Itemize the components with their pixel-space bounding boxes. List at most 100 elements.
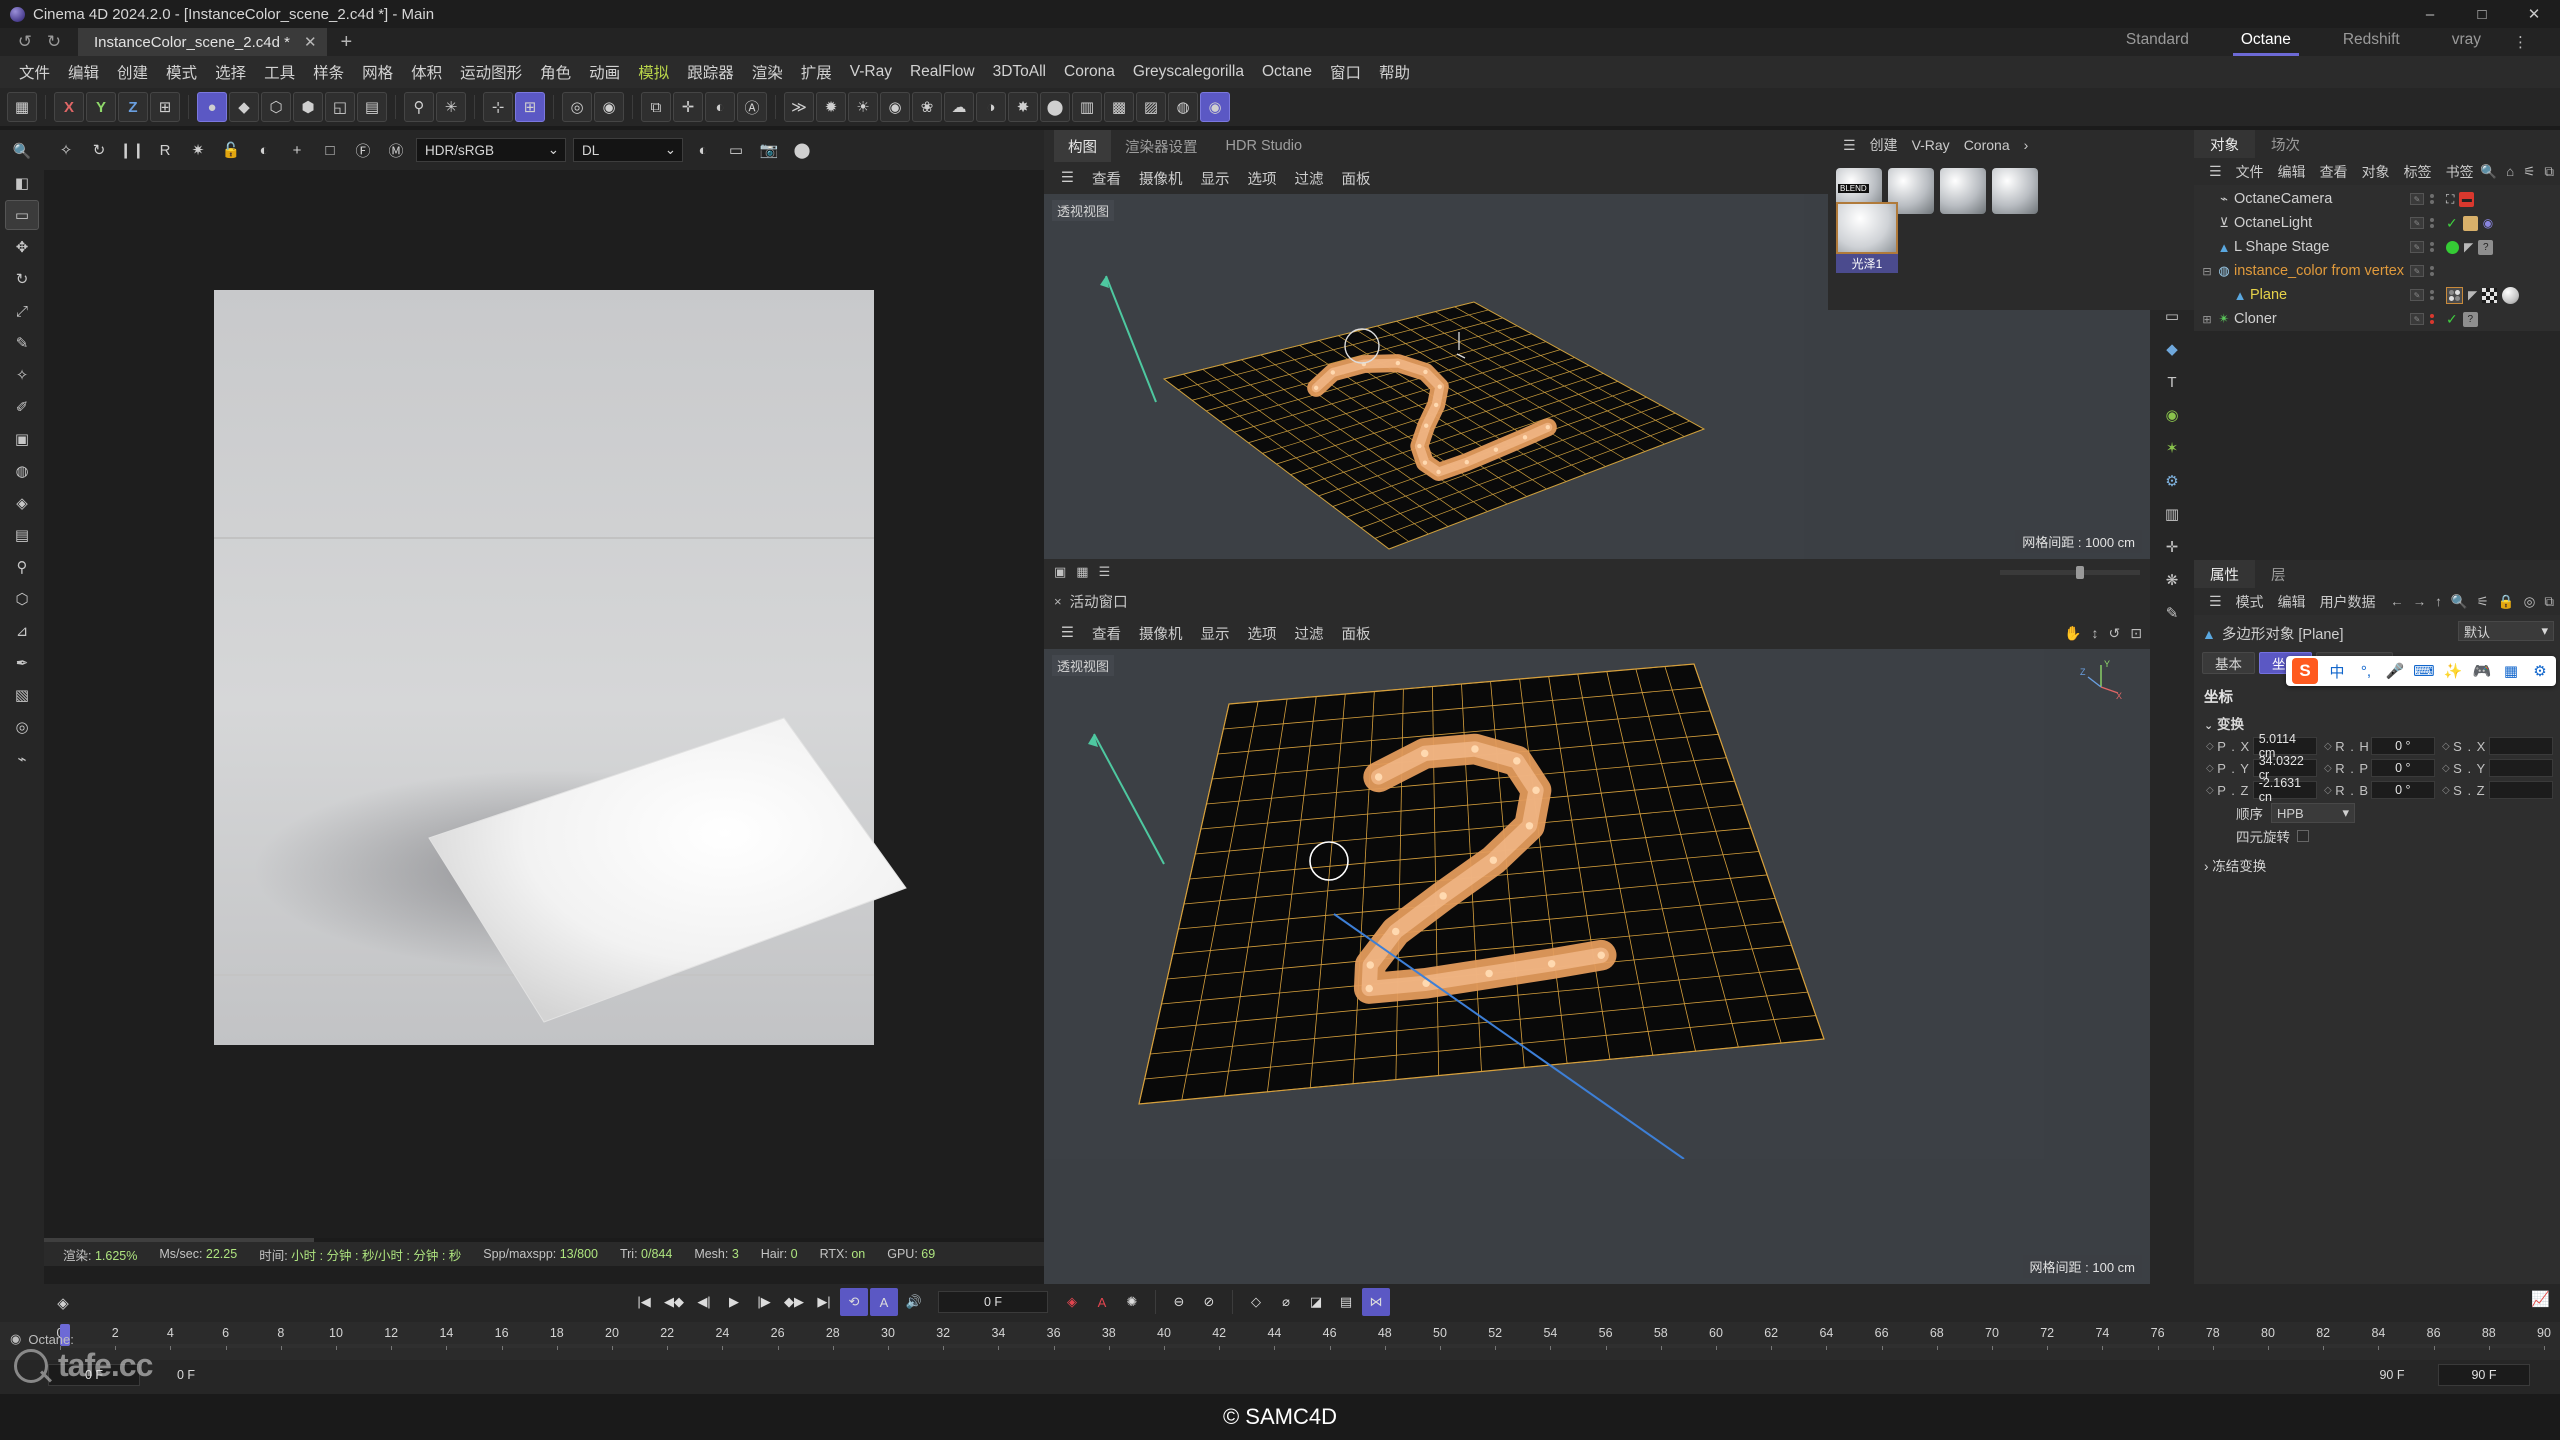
extrude-tool[interactable]: ▤ xyxy=(5,520,39,550)
attribute-menu-模式[interactable]: 模式 xyxy=(2229,592,2271,612)
rotation-field-0[interactable]: 0 ° xyxy=(2370,737,2435,755)
visibility-dots[interactable] xyxy=(2430,314,2434,324)
sphere-primitive-icon[interactable]: ⬡ xyxy=(261,92,291,122)
subdivide-tool[interactable]: ⬡ xyxy=(5,584,39,614)
viewport-tab-HDR Studio[interactable]: HDR Studio xyxy=(1212,130,1317,162)
material-menu-Corona[interactable]: Corona xyxy=(1957,137,2017,153)
viewport-menu-摄像机[interactable]: 摄像机 xyxy=(1130,168,1192,189)
edit-toggle-icon[interactable]: ✎ xyxy=(2410,193,2424,205)
magnet-tool[interactable]: ◎ xyxy=(5,712,39,742)
viewport2-nav-icon-3[interactable]: ⊡ xyxy=(2130,625,2142,642)
octane-about-icon[interactable]: ◉ xyxy=(1200,92,1230,122)
tag-glyph-1[interactable]: ◉ xyxy=(2483,216,2493,230)
selection-tag-icon[interactable] xyxy=(2446,286,2463,304)
rotation-keyframe-icon[interactable]: ◇ xyxy=(2324,741,2335,752)
cube-primitive-icon[interactable]: ● xyxy=(197,92,227,122)
ime-icon-3[interactable]: ⌨ xyxy=(2413,662,2435,680)
polygon-pen-tool[interactable]: ▣ xyxy=(5,424,39,454)
snap-settings-tool[interactable]: ⌁ xyxy=(5,744,39,774)
previous-frame-button[interactable]: ◀| xyxy=(690,1288,718,1316)
text-tool-icon[interactable]: Ⓐ xyxy=(737,92,767,122)
rotation-order-dropdown[interactable]: HPB ▾ xyxy=(2271,803,2355,823)
edit-toggle-icon[interactable]: ✎ xyxy=(2410,265,2424,277)
menu-item-16[interactable]: V-Ray xyxy=(841,63,901,81)
spline-pen-icon[interactable]: ◱ xyxy=(325,92,355,122)
menu-item-0[interactable]: 文件 xyxy=(10,61,59,83)
cylinder-primitive-icon[interactable]: ⬢ xyxy=(293,92,323,122)
auto-key-toggle[interactable]: ⋈ xyxy=(1362,1288,1390,1316)
material-menu-V-Ray[interactable]: V-Ray xyxy=(1905,137,1957,153)
brush-tool[interactable]: ◈ xyxy=(5,488,39,518)
octane-render-icon[interactable]: ≫ xyxy=(784,92,814,122)
viewport-menu-面板[interactable]: 面板 xyxy=(1333,168,1380,189)
chevron-down-icon[interactable]: ⌄ xyxy=(2204,720,2213,732)
table-row[interactable]: ⊞ ✴ Cloner ✎ ✓? xyxy=(2194,307,2560,331)
ime-icon-2[interactable]: 🎤 xyxy=(2385,662,2405,680)
position-key-button[interactable]: ⊖ xyxy=(1165,1288,1193,1316)
audio-button[interactable]: 🔊 xyxy=(900,1288,928,1316)
scale-field-1[interactable] xyxy=(2488,759,2553,777)
quaternion-row[interactable]: 四元旋转 xyxy=(2194,825,2560,847)
table-row[interactable]: ⌁ OctaneCamera ✎ ⛶ ▬ xyxy=(2194,187,2560,211)
menu-item-13[interactable]: 跟踪器 xyxy=(678,61,743,83)
object-menu-文件[interactable]: 文件 xyxy=(2229,162,2271,182)
compare-icon[interactable]: ⬤ xyxy=(787,135,817,165)
tag-glyph-1[interactable]: ◤ xyxy=(2464,240,2473,254)
twisty-icon[interactable]: ⊟ xyxy=(2200,265,2214,278)
tag-icon-2[interactable]: ? xyxy=(2478,239,2494,255)
renderer-tab-redshift[interactable]: Redshift xyxy=(2317,31,2426,56)
octane-live-db-icon[interactable]: ◍ xyxy=(1168,92,1198,122)
light-primitive-icon[interactable]: ◉ xyxy=(2155,400,2189,430)
menu-item-23[interactable]: 帮助 xyxy=(1370,61,1419,83)
menu-item-2[interactable]: 创建 xyxy=(108,61,157,83)
layout-icon[interactable]: ▦ xyxy=(7,92,37,122)
octane-object-tag-icon[interactable]: ⬤ xyxy=(1040,92,1070,122)
axis-x-lock[interactable]: X xyxy=(54,92,84,122)
attribute-tab-层[interactable]: 层 xyxy=(2255,560,2302,588)
attribute-manager-icon-2[interactable]: ↑ xyxy=(2435,594,2442,610)
menu-item-7[interactable]: 网格 xyxy=(353,61,402,83)
viewport-foot-icon-0[interactable]: ☰ xyxy=(1099,564,1111,580)
hamburger-icon[interactable]: ☰ xyxy=(2202,163,2229,180)
position-keyframe-icon[interactable]: ◇ xyxy=(2206,763,2217,774)
pen-tool[interactable]: ✐ xyxy=(5,392,39,422)
quaternion-checkbox[interactable] xyxy=(2297,830,2309,842)
new-document-button[interactable]: + xyxy=(327,32,367,52)
rotation-keyframe-icon[interactable]: ◇ xyxy=(2324,763,2335,774)
position-field-2[interactable]: -2.1631 cn xyxy=(2252,776,2317,804)
viewport2-nav-icon-1[interactable]: ↕ xyxy=(2092,625,2099,642)
camera-primitive-icon[interactable]: ✶ xyxy=(2155,433,2189,463)
octane-light-icon[interactable]: ✸ xyxy=(1008,92,1038,122)
crop-icon[interactable]: ▭ xyxy=(721,135,751,165)
material-picker-icon[interactable]: Ⓜ xyxy=(381,135,411,165)
magnifier-tool[interactable]: 🔍 xyxy=(5,136,39,166)
object-manager-icon-1[interactable]: ⌂ xyxy=(2506,164,2514,180)
menu-item-11[interactable]: 动画 xyxy=(580,61,629,83)
viewport2-menu-过滤[interactable]: 过滤 xyxy=(1286,623,1333,644)
octane-env-icon[interactable]: ☁ xyxy=(944,92,974,122)
material-swatch-glossy-b[interactable] xyxy=(1940,168,1986,214)
material-menu-创建[interactable]: 创建 xyxy=(1863,135,1905,155)
hamburger-icon[interactable]: ☰ xyxy=(2202,593,2229,610)
object-menu-编辑[interactable]: 编辑 xyxy=(2271,162,2313,182)
octane-material-icon[interactable]: ◑ xyxy=(976,92,1006,122)
attribute-manager-icon-7[interactable]: ⧉ xyxy=(2544,594,2554,610)
viewport-tab-渲染器设置[interactable]: 渲染器设置 xyxy=(1111,130,1212,162)
effector-group-icon[interactable]: ❋ xyxy=(2155,565,2189,595)
rect-select-tool[interactable]: ▭ xyxy=(5,200,39,230)
object-manager-icon-2[interactable]: ⚟ xyxy=(2523,164,2535,180)
texture-tag-icon[interactable] xyxy=(2482,287,2498,303)
ime-icon-5[interactable]: 🎮 xyxy=(2472,662,2492,680)
attribute-manager-icon-3[interactable]: 🔍 xyxy=(2451,594,2468,610)
selection-live-tool[interactable]: ◧ xyxy=(5,168,39,198)
loop-button[interactable]: ⟲ xyxy=(840,1288,868,1316)
previous-key-button[interactable]: ◀◆ xyxy=(660,1288,688,1316)
menu-item-17[interactable]: RealFlow xyxy=(901,63,984,81)
record-keyframe-button[interactable]: ◈ xyxy=(1058,1288,1086,1316)
range-end-field[interactable]: 90 F xyxy=(2438,1364,2530,1386)
ime-icon-6[interactable]: ▦ xyxy=(2501,662,2521,680)
attribute-manager-icon-0[interactable]: ← xyxy=(2390,594,2404,610)
nurbs-icon[interactable]: ▤ xyxy=(357,92,387,122)
scale-keyframe-icon[interactable]: ◇ xyxy=(2442,763,2453,774)
object-menu-对象[interactable]: 对象 xyxy=(2355,162,2397,182)
